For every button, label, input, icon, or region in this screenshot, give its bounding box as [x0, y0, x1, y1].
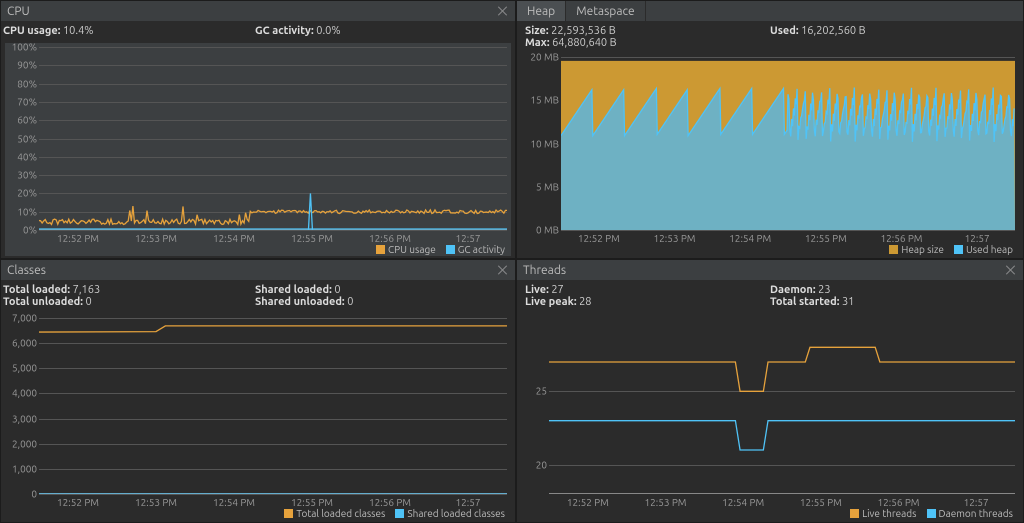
x-tick: 12:53 PM [135, 497, 177, 508]
x-tick: 12:55 PM [291, 233, 333, 244]
y-tick: 7,000 [5, 313, 37, 324]
chart-legend: CPU usageGC activity [376, 242, 505, 256]
gc-activity-label: GC activity: [255, 25, 314, 37]
heap-panel: Heap Metaspace Size: 22,593,536 B Max: 6… [516, 0, 1024, 259]
x-tick: 12:54 PM [213, 233, 255, 244]
y-tick: 20 [521, 459, 547, 470]
classes-title: Classes [7, 264, 46, 277]
daemon-value: 23 [818, 284, 830, 296]
y-tick: 80% [5, 78, 37, 89]
heap-stats: Size: 22,593,536 B Max: 64,880,640 B Use… [517, 21, 1023, 55]
shared-loaded-label: Shared loaded: [255, 284, 332, 296]
live-peak-value: 28 [579, 296, 591, 308]
cpu-titlebar: CPU [1, 1, 515, 21]
daemon-label: Daemon: [770, 284, 816, 296]
y-tick: 90% [5, 60, 37, 71]
heap-max-label: Max: [525, 37, 550, 49]
tab-heap[interactable]: Heap [517, 1, 566, 21]
y-tick: 20 MB [521, 52, 559, 63]
x-tick: 12:55 PM [800, 497, 842, 508]
cpu-stats: CPU usage: 10.4% GC activity: 0.0% [1, 21, 515, 43]
y-tick: 40% [5, 151, 37, 162]
y-tick: 0 [5, 489, 37, 500]
x-tick: 12:52 PM [57, 233, 99, 244]
chart-legend: Total loaded classesShared loaded classe… [284, 506, 505, 520]
heap-tabs: Heap Metaspace [517, 1, 1023, 21]
y-tick: 1,000 [5, 463, 37, 474]
x-tick: 12:55 PM [805, 233, 847, 244]
y-tick: 50% [5, 133, 37, 144]
heap-max-value: 64,880,640 B [552, 37, 617, 49]
y-tick: 10% [5, 206, 37, 217]
classes-chart[interactable]: 7,000 6,000 5,000 4,000 3,000 2,000 1,000 0 12:5… [5, 314, 511, 520]
y-tick: 5,000 [5, 363, 37, 374]
y-tick: 0 MB [521, 225, 559, 236]
chart-legend: Heap sizeUsed heap [889, 242, 1013, 256]
y-tick: 15 MB [521, 95, 559, 106]
x-tick: 12:53 PM [135, 233, 177, 244]
close-icon[interactable] [497, 264, 509, 276]
y-tick: 2,000 [5, 438, 37, 449]
threads-panel: Threads Live: 27 Live peak: 28 Daemon: 2… [516, 259, 1024, 523]
threads-title: Threads [523, 264, 566, 277]
classes-titlebar: Classes [1, 260, 515, 280]
heap-size-label: Size: [525, 25, 549, 37]
live-peak-label: Live peak: [525, 296, 577, 308]
y-tick: 0% [5, 225, 37, 236]
x-tick: 12:52 PM [578, 233, 620, 244]
heap-used-label: Used: [770, 25, 799, 37]
y-tick: 20% [5, 188, 37, 199]
x-tick: 12:52 PM [567, 497, 609, 508]
x-tick: 12:53 PM [654, 233, 696, 244]
y-tick: 30% [5, 170, 37, 181]
y-tick: 25 [521, 386, 547, 397]
x-tick: 12:54 PM [729, 233, 771, 244]
heap-chart[interactable]: 20 MB 15 MB 10 MB 5 MB 0 MB 12:52 PM 12:53 PM 1… [521, 55, 1019, 256]
started-value: 31 [842, 296, 854, 308]
heap-size-value: 22,593,536 B [551, 25, 616, 37]
total-unloaded-label: Total unloaded: [3, 296, 83, 308]
y-tick: 10 MB [521, 138, 559, 149]
close-icon[interactable] [1005, 264, 1017, 276]
tab-metaspace[interactable]: Metaspace [566, 1, 645, 21]
x-tick: 12:54 PM [722, 497, 764, 508]
total-unloaded-value: 0 [86, 296, 92, 308]
threads-stats: Live: 27 Live peak: 28 Daemon: 23 Total … [517, 280, 1023, 314]
heap-used-value: 16,202,560 B [801, 25, 866, 37]
shared-unloaded-label: Shared unloaded: [255, 296, 345, 308]
live-label: Live: [525, 284, 549, 296]
gc-activity-value: 0.0% [316, 25, 340, 37]
classes-panel: Classes Total loaded: 7,163 Total unload… [0, 259, 516, 523]
y-tick: 5 MB [521, 181, 559, 192]
x-tick: 12:53 PM [645, 497, 687, 508]
x-tick: 12:52 PM [57, 497, 99, 508]
cpu-panel: CPU CPU usage: 10.4% GC activity: 0.0% 1… [0, 0, 516, 259]
y-tick: 60% [5, 115, 37, 126]
cpu-chart[interactable]: 100% 90% 80% 70% 60% 50% 40% 30% 20% 10% 0% 12:52 P… [5, 43, 511, 256]
shared-loaded-value: 0 [334, 284, 340, 296]
cpu-usage-label: CPU usage: [3, 25, 60, 37]
y-tick: 70% [5, 96, 37, 107]
chart-legend: Live threadsDaemon threads [850, 506, 1013, 520]
y-tick: 4,000 [5, 388, 37, 399]
x-tick: 12:54 PM [213, 497, 255, 508]
cpu-usage-value: 10.4% [63, 25, 94, 37]
close-icon[interactable] [497, 5, 509, 17]
y-tick: 100% [5, 42, 37, 53]
threads-chart[interactable]: 252012:52 PM12:53 PM12:54 PM12:55 PM12:5… [521, 314, 1019, 520]
y-tick: 6,000 [5, 338, 37, 349]
threads-titlebar: Threads [517, 260, 1023, 280]
total-loaded-value: 7,163 [73, 284, 101, 296]
cpu-title: CPU [7, 5, 30, 18]
shared-unloaded-value: 0 [347, 296, 353, 308]
classes-stats: Total loaded: 7,163 Total unloaded: 0 Sh… [1, 280, 515, 314]
y-tick: 3,000 [5, 413, 37, 424]
started-label: Total started: [770, 296, 839, 308]
total-loaded-label: Total loaded: [3, 284, 70, 296]
live-value: 27 [551, 284, 563, 296]
